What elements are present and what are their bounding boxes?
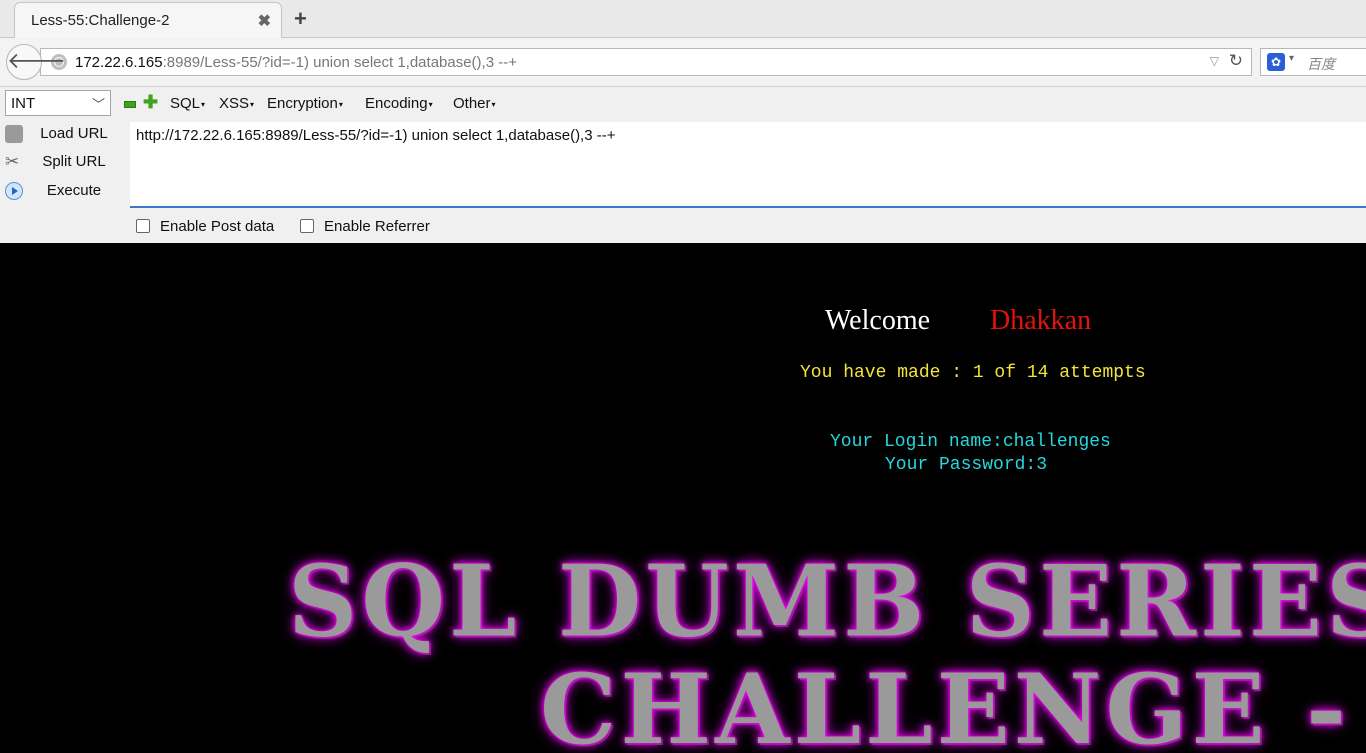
checkbox-box[interactable]	[136, 219, 150, 233]
execute-label: Execute	[46, 182, 102, 199]
enable-referrer-label: Enable Referrer	[324, 218, 430, 235]
password-text: Your Password:3	[885, 455, 1048, 475]
banner-title-line2: CHALLENGE - 2	[540, 653, 1366, 753]
new-tab-button[interactable]: +	[294, 6, 307, 32]
address-text[interactable]: 172.22.6.165:8989/Less-55/?id=-1) union …	[75, 54, 517, 71]
enable-post-data-label: Enable Post data	[160, 218, 275, 235]
type-select-value: INT	[11, 95, 36, 112]
execute-button[interactable]: Execute	[0, 179, 128, 205]
search-engine-dropdown-icon[interactable]: ▾	[1289, 53, 1294, 64]
tab-strip: Less-55:Challenge-2 ✖ +	[0, 0, 1366, 38]
chevron-down-icon: ﹀	[91, 97, 105, 112]
welcome-text: Welcome	[825, 305, 931, 336]
menu-encoding[interactable]: Encoding▾	[365, 95, 433, 112]
hackbar-panel: INT ﹀ ✚ SQL▾ XSS▾ Encryption▾ Encoding▾ …	[0, 87, 1366, 244]
checkbox-box[interactable]	[300, 219, 314, 233]
address-host: 172.22.6.165	[75, 54, 163, 71]
tab-active[interactable]: Less-55:Challenge-2 ✖	[14, 2, 282, 38]
type-select[interactable]: INT ﹀	[5, 90, 111, 116]
search-box[interactable]: ✿ ▾ 百度	[1260, 48, 1366, 76]
hackbar-url-input[interactable]: http://172.22.6.165:8989/Less-55/?id=-1)…	[130, 122, 1366, 208]
attempts-text: You have made : 1 of 14 attempts	[800, 363, 1146, 383]
reload-icon[interactable]: ↻	[1229, 51, 1243, 71]
close-icon[interactable]: ✖	[258, 11, 271, 31]
arrow-left-icon: 🡐	[7, 48, 66, 73]
split-url-label: Split URL	[42, 153, 106, 170]
tab-title: Less-55:Challenge-2	[31, 12, 170, 29]
page-content: Welcome Dhakkan You have made : 1 of 14 …	[0, 243, 1366, 753]
address-bar[interactable]: 172.22.6.165:8989/Less-55/?id=-1) union …	[40, 48, 1252, 76]
nav-bar: 172.22.6.165:8989/Less-55/?id=-1) union …	[0, 38, 1366, 87]
search-placeholder: 百度	[1307, 56, 1335, 72]
minus-icon[interactable]	[124, 101, 136, 108]
baidu-paw-icon[interactable]: ✿	[1267, 53, 1285, 71]
menu-other[interactable]: Other▾	[453, 95, 496, 112]
hackbar-url-text: http://172.22.6.165:8989/Less-55/?id=-1)…	[136, 127, 616, 144]
banner-title-line1: SQL DUMB SERIES	[288, 543, 1366, 660]
chevron-down-icon[interactable]: ▽	[1210, 54, 1219, 68]
username-text: Dhakkan	[990, 305, 1092, 336]
load-url-label: Load URL	[40, 125, 108, 142]
login-name-text: Your Login name:challenges	[830, 432, 1111, 452]
plus-icon[interactable]: ✚	[143, 93, 158, 111]
menu-xss[interactable]: XSS▾	[219, 95, 254, 112]
address-path: :8989/Less-55/?id=-1) union select 1,dat…	[162, 54, 517, 71]
back-button[interactable]: 🡐	[6, 44, 66, 80]
menu-sql[interactable]: SQL▾	[170, 95, 205, 112]
split-url-button[interactable]: ✂ Split URL	[0, 150, 128, 176]
menu-encryption[interactable]: Encryption▾	[267, 95, 343, 112]
load-url-button[interactable]: Load URL	[0, 122, 128, 148]
